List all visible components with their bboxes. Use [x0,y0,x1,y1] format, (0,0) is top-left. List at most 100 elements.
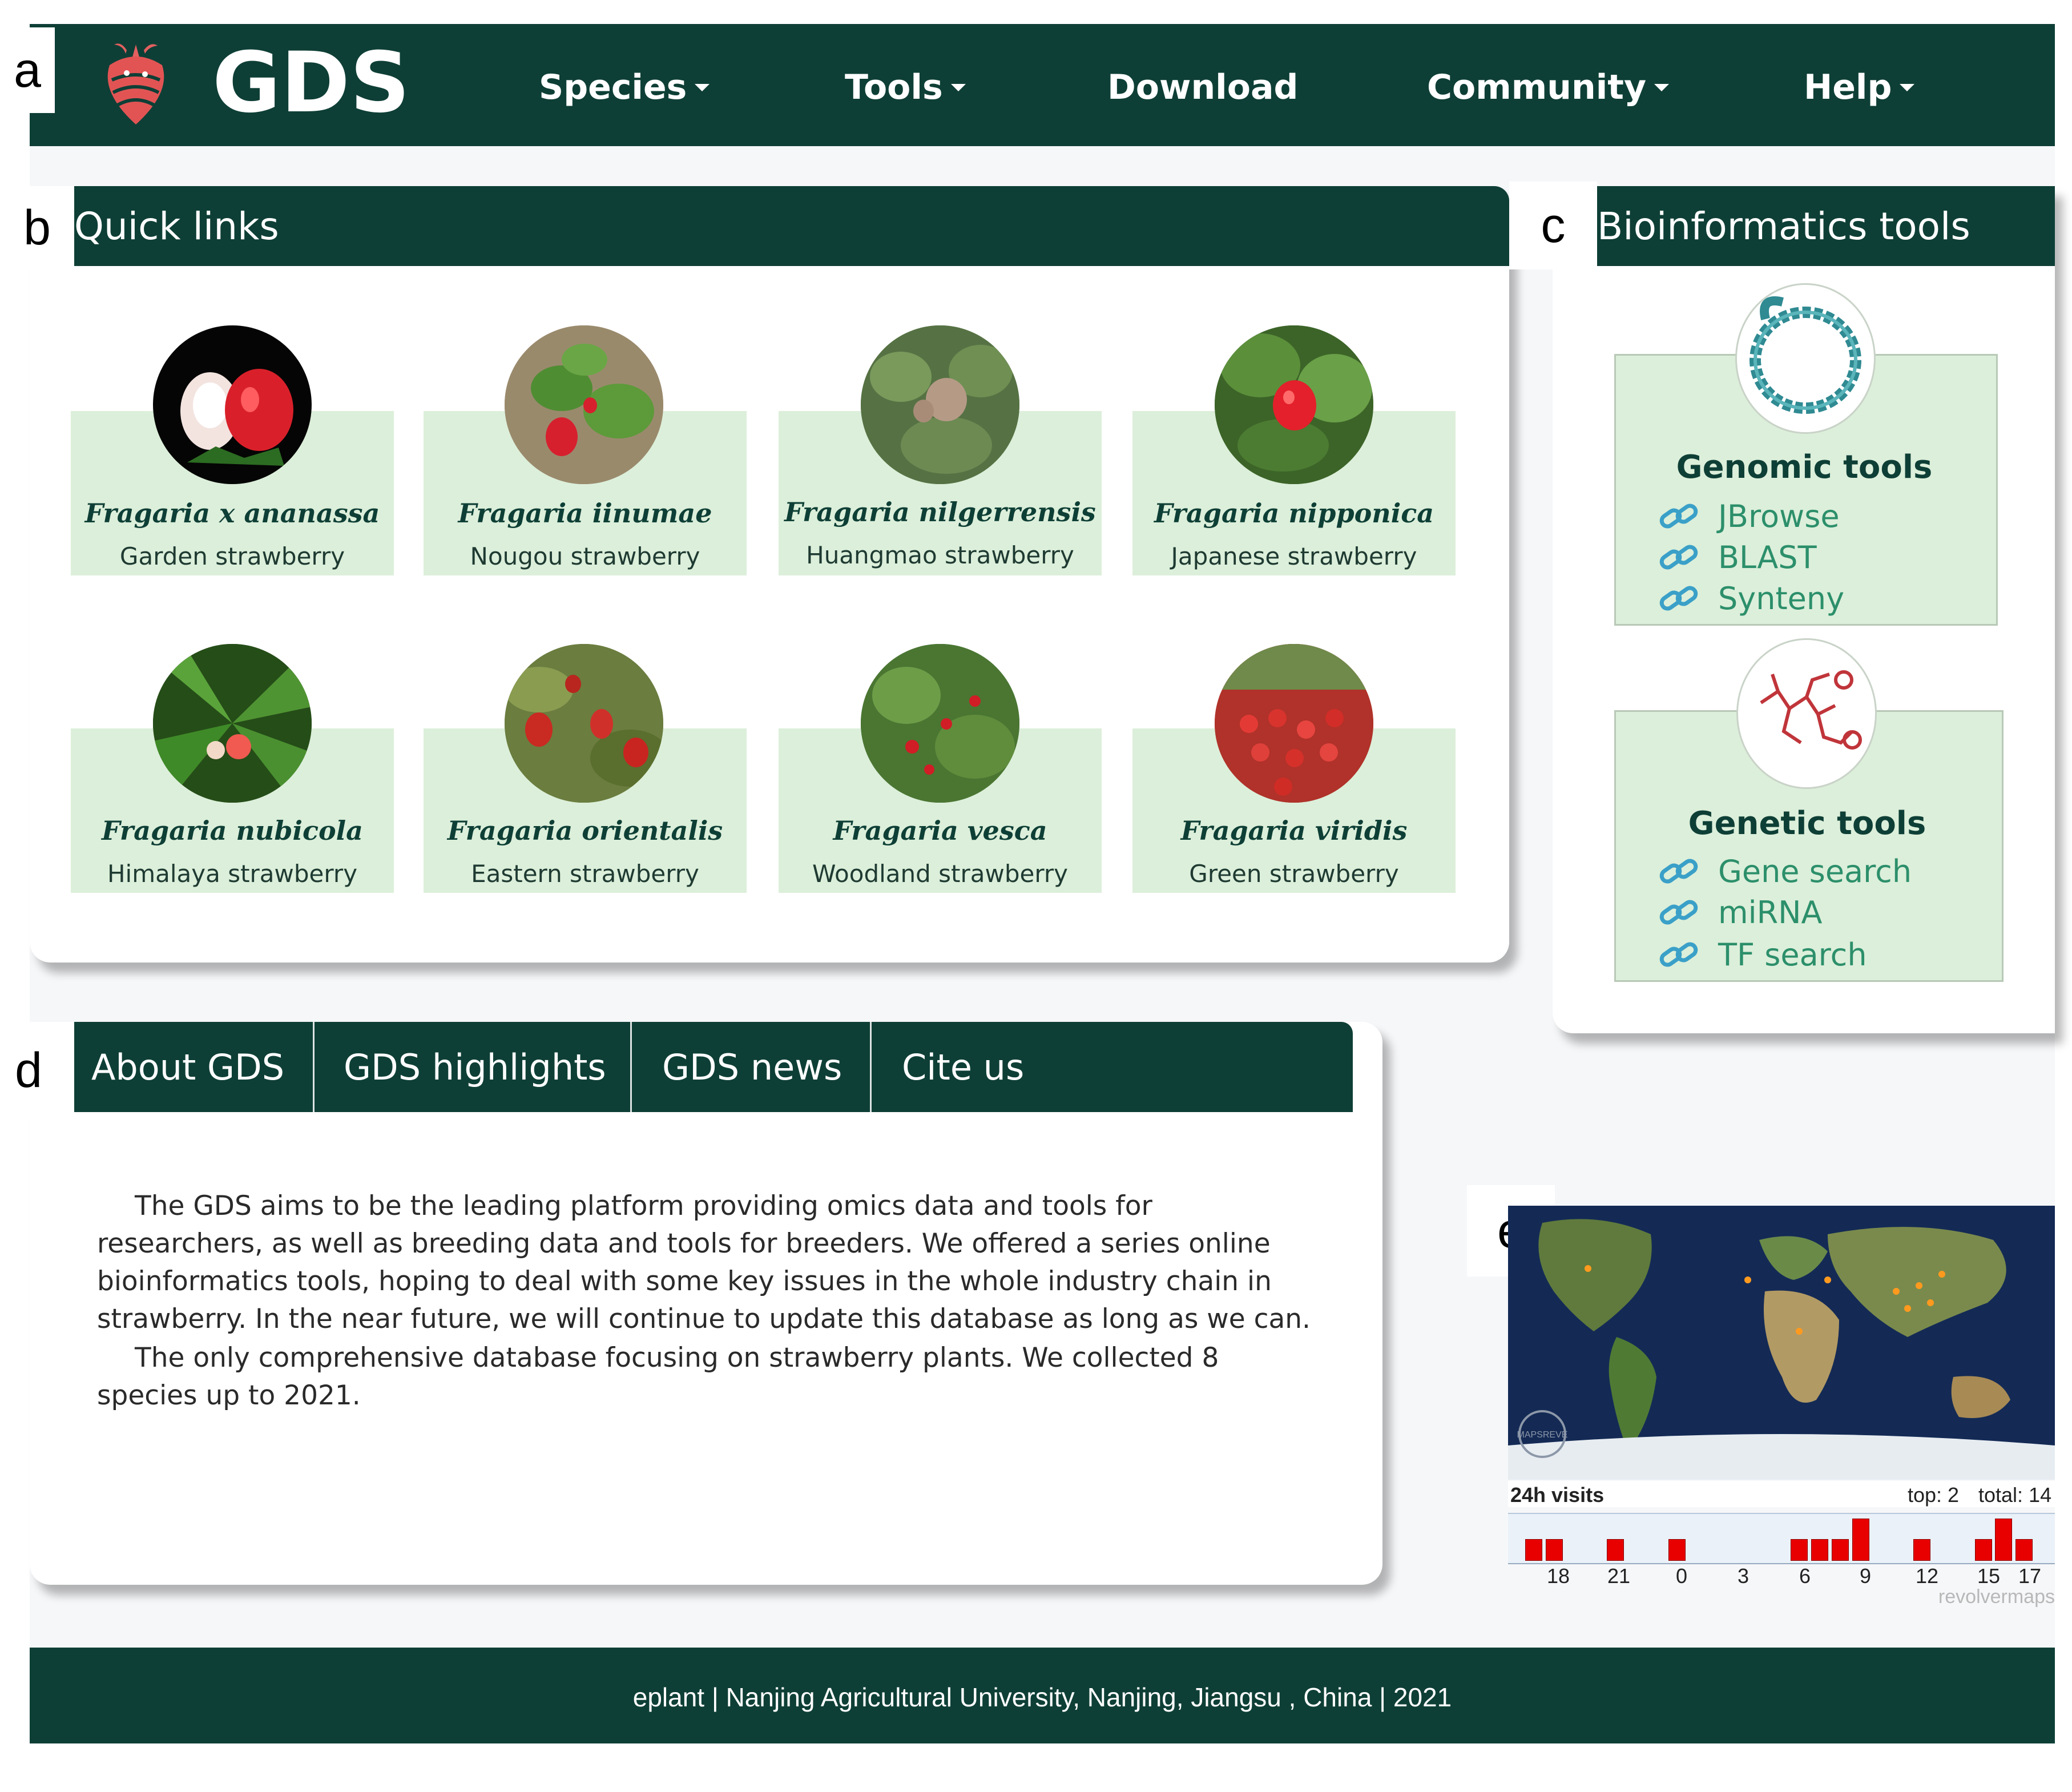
photo-nilgerrensis[interactable] [861,325,1019,484]
photo-vesca[interactable] [861,644,1019,803]
nav-tools-label: Tools [845,67,943,107]
chevron-down-icon [1900,83,1915,91]
gene-search-label: Gene search [1718,853,1912,889]
tf-search-label: TF search [1718,936,1867,973]
species-common-nilgerrensis: Huangmao strawberry [806,541,1074,569]
map-stamp: MAPSREVE [1517,1430,1568,1440]
chevron-down-icon [695,83,710,91]
about-paragraph-1: The GDS aims to be the leading platform … [97,1190,1311,1335]
blast-label: BLAST [1718,539,1817,575]
hour-label: 3 [1737,1564,1749,1588]
visit-bar [1811,1539,1829,1561]
visit-bar [1832,1539,1849,1561]
species-name-iinumae[interactable]: Fragaria iinumae [424,498,747,529]
hour-label: 0 [1675,1564,1688,1588]
visits-label: 24h visits [1510,1483,1605,1507]
panel-letter-d: d [0,1022,57,1119]
species-name-nubicola[interactable]: Fragaria nubicola [71,815,394,846]
tab-gds-news[interactable]: GDS news [662,1022,842,1112]
nav-species-label: Species [539,67,687,107]
species-common-ananassa: Garden strawberry [119,542,345,570]
nav-download-label: Download [1107,67,1299,107]
nav-species[interactable]: Species [539,67,710,107]
photo-nipponica[interactable] [1215,325,1373,484]
nav-download[interactable]: Download [1107,67,1298,107]
visit-bar [1974,1539,1992,1561]
panel-letter-a: a [0,27,55,113]
visitor-world-map[interactable]: MAPSREVE [1508,1206,2055,1480]
visit-bar [1525,1539,1542,1561]
species-common-nipponica: Japanese strawberry [1171,542,1417,570]
tab-divider [313,1022,315,1112]
tab-about-gds[interactable]: About GDS [91,1022,284,1112]
synteny-label: Synteny [1718,580,1845,617]
visits-chart [1508,1513,2055,1564]
nav-help[interactable]: Help [1804,67,1915,107]
species-name-vesca[interactable]: Fragaria vesca [779,815,1102,846]
photo-nubicola[interactable] [153,644,312,803]
bioinformatics-title: Bioinformatics tools [1597,204,1970,248]
total-label: total: 14 [1978,1483,2052,1507]
visit-bar [1545,1539,1563,1561]
panel-letter-b: b [0,186,74,269]
visit-bar [1995,1519,2013,1561]
species-common-vesca: Woodland strawberry [812,860,1068,888]
nav-community[interactable]: Community [1427,67,1670,107]
tab-cite-us[interactable]: Cite us [902,1022,1024,1112]
photo-viridis[interactable] [1215,644,1373,803]
mirna-link[interactable]: miRNA [1659,894,1822,931]
species-name-ananassa[interactable]: Fragaria x ananassa [71,498,394,529]
nav-tools[interactable]: Tools [845,67,966,107]
hour-label: 17 [2018,1564,2042,1588]
quick-links-title: Quick links [74,204,279,248]
species-common-viridis: Green strawberry [1189,860,1399,888]
photo-ananassa[interactable] [153,325,312,484]
chevron-down-icon [1654,83,1670,91]
blast-link[interactable]: BLAST [1659,539,1817,575]
link-icon [1659,545,1698,570]
footer-text: eplant | Nanjing Agricultural University… [632,1682,1452,1712]
species-name-orientalis[interactable]: Fragaria orientalis [424,815,747,846]
hour-label: 18 [1546,1564,1570,1588]
visit-bar [1913,1539,1931,1561]
photo-orientalis[interactable] [505,644,663,803]
visit-bar [1791,1539,1808,1561]
genomic-tools-title: Genomic tools [1676,449,1933,486]
bioinformatics-header: Bioinformatics tools [1597,186,2055,266]
genetic-tools-title: Genetic tools [1688,805,1926,842]
gene-search-link[interactable]: Gene search [1659,853,1912,889]
tf-search-link[interactable]: TF search [1659,936,1867,973]
jbrowse-link[interactable]: JBrowse [1659,498,1840,534]
nav-community-label: Community [1427,67,1647,107]
visit-bar [2015,1539,2033,1561]
brand-title[interactable]: GDS [212,41,410,124]
revolvermaps-brand[interactable]: revolvermaps [1912,1586,2055,1608]
photo-iinumae[interactable] [505,325,663,484]
species-common-nubicola: Himalaya strawberry [107,860,358,888]
species-name-nipponica[interactable]: Fragaria nipponica [1132,498,1456,529]
top-label: top: 2 [1908,1483,1960,1507]
nav-help-label: Help [1804,67,1892,107]
link-icon [1659,942,1698,967]
link-icon [1659,586,1698,611]
species-name-viridis[interactable]: Fragaria viridis [1132,815,1456,846]
chevron-down-icon [950,83,966,91]
species-name-nilgerrensis[interactable]: Fragaria nilgerrensis [779,497,1102,527]
quick-links-header: Quick links [74,186,1509,266]
link-icon [1659,504,1698,529]
visit-bar [1668,1539,1686,1561]
jbrowse-label: JBrowse [1718,498,1840,534]
about-paragraph-2: The only comprehensive database focusing… [97,1342,1219,1411]
link-icon [1659,859,1698,884]
hour-label: 9 [1859,1564,1872,1588]
panel-letter-c: c [1509,182,1597,269]
tab-divider [870,1022,872,1112]
hour-label: 21 [1607,1564,1631,1588]
strawberry-logo-icon[interactable] [98,40,174,126]
visit-bar [1607,1539,1624,1561]
hour-label: 6 [1799,1564,1811,1588]
tab-gds-highlights[interactable]: GDS highlights [344,1022,606,1112]
synteny-link[interactable]: Synteny [1659,580,1844,617]
species-common-iinumae: Nougou strawberry [470,542,700,570]
visit-bar [1852,1519,1869,1561]
